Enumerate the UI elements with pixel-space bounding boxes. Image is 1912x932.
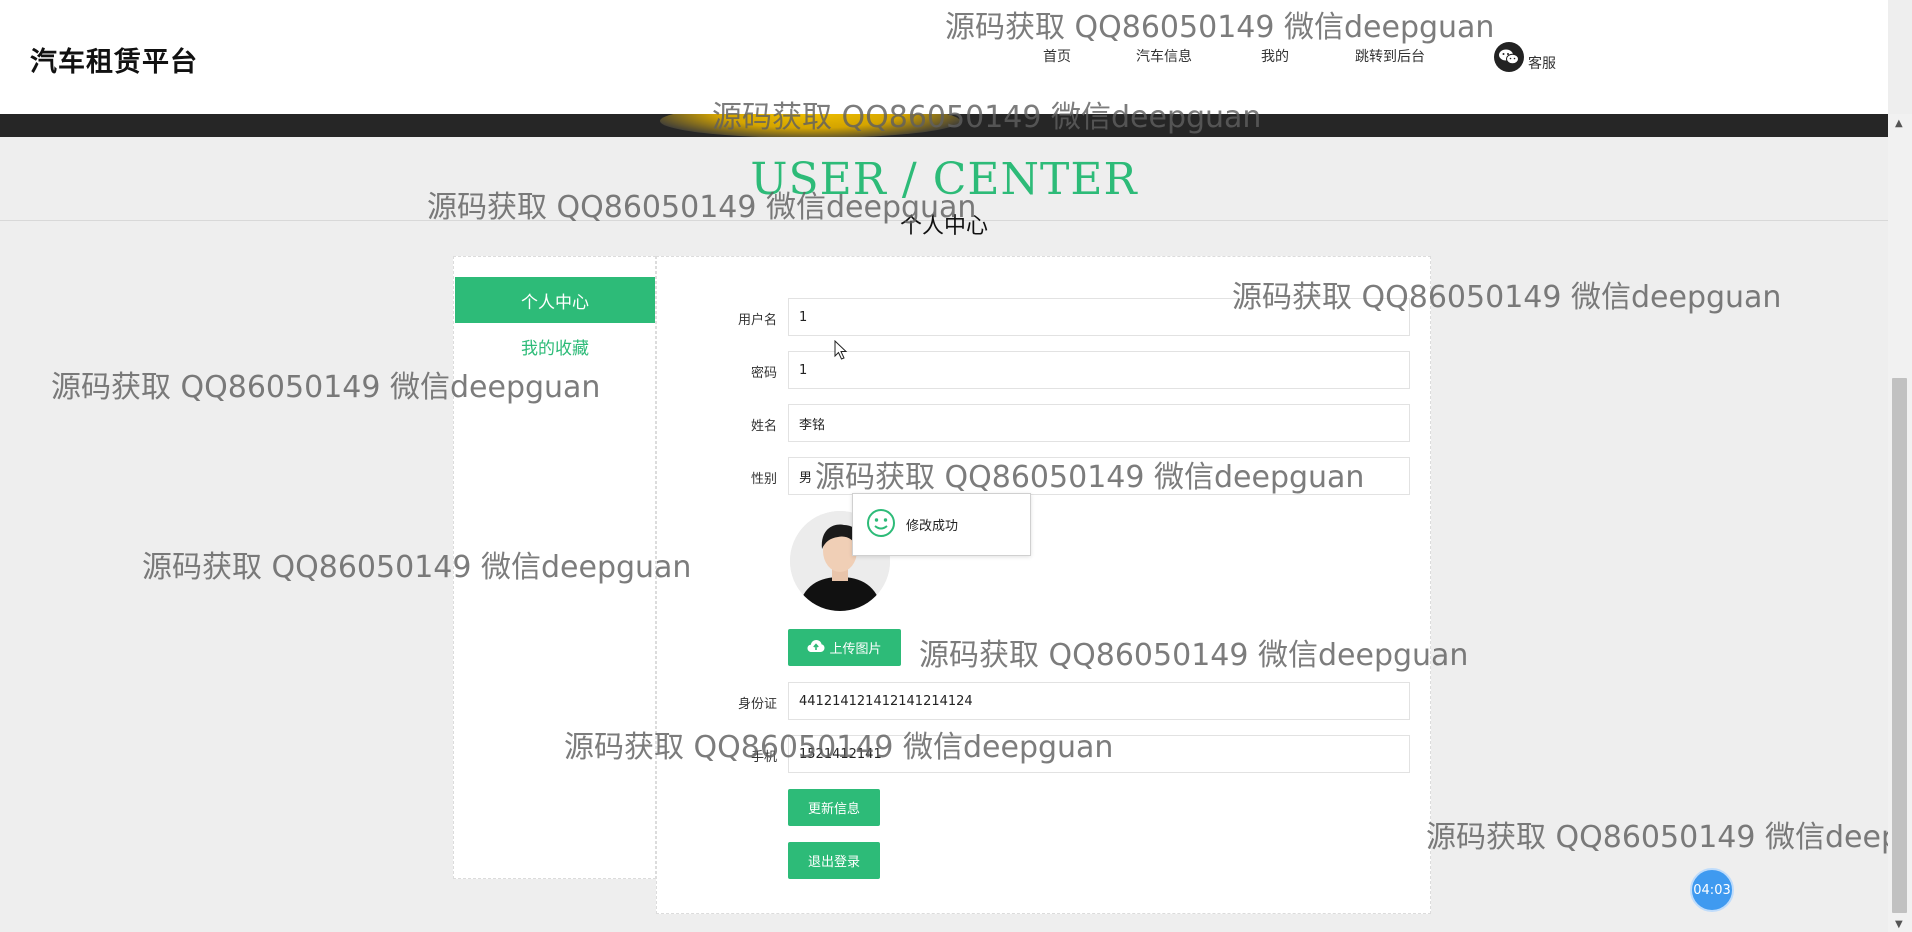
profile-form-panel: 用户名 密码 姓名 性别 上传图片 身份证 手机 更新信息 退出登录 <box>656 256 1431 914</box>
password-field[interactable] <box>788 351 1410 389</box>
update-info-button[interactable]: 更新信息 <box>788 789 880 826</box>
password-label: 密码 <box>750 366 777 381</box>
page-title: 个人中心 <box>899 214 988 239</box>
name-field[interactable] <box>788 404 1410 442</box>
banner-car-image <box>660 114 960 137</box>
customer-service-link[interactable]: 客服 <box>1494 42 1556 72</box>
phone-field[interactable] <box>788 735 1410 773</box>
scroll-down-arrow-icon[interactable]: ▼ <box>1895 919 1903 930</box>
cloud-upload-icon <box>807 639 825 657</box>
nav-item-home[interactable]: 首页 <box>1043 46 1071 66</box>
upload-image-button[interactable]: 上传图片 <box>788 629 901 666</box>
wechat-icon <box>1494 42 1524 72</box>
gender-select[interactable] <box>788 457 1410 495</box>
username-label: 用户名 <box>737 313 777 328</box>
top-header: 汽车租赁平台 首页 汽车信息 我的 跳转到后台 客服 <box>0 0 1888 114</box>
sidebar-item-favorites[interactable]: 我的收藏 <box>455 329 655 363</box>
user-sidebar: 个人中心 我的收藏 <box>453 256 656 879</box>
site-brand[interactable]: 汽车租赁平台 <box>30 40 198 79</box>
sidebar-item-user-center[interactable]: 个人中心 <box>455 277 655 323</box>
page-scrollbar[interactable]: ▲ ▼ <box>1888 114 1912 932</box>
username-field[interactable] <box>788 298 1410 336</box>
scrollbar-thumb[interactable] <box>1892 378 1907 913</box>
nav-item-admin[interactable]: 跳转到后台 <box>1355 46 1425 66</box>
phone-label: 手机 <box>750 750 777 765</box>
customer-service-label: 客服 <box>1528 56 1556 72</box>
scroll-up-arrow-icon[interactable]: ▲ <box>1895 118 1903 129</box>
recording-timer-badge[interactable]: 04:03 <box>1690 868 1734 912</box>
hero-banner <box>0 114 1888 137</box>
nav-item-mine[interactable]: 我的 <box>1261 46 1289 66</box>
nav-item-cars[interactable]: 汽车信息 <box>1136 46 1192 66</box>
success-toast: 修改成功 <box>852 493 1031 556</box>
name-label: 姓名 <box>750 419 777 434</box>
page-title-en: USER / CENTER <box>750 154 1138 205</box>
upload-image-label: 上传图片 <box>829 642 882 657</box>
watermark-text: 源码获取 QQ86050149 微信deepguan <box>1426 820 1888 855</box>
id-card-label: 身份证 <box>737 697 777 712</box>
smile-icon <box>866 508 896 542</box>
id-card-field[interactable] <box>788 682 1410 720</box>
gender-label: 性别 <box>750 472 777 487</box>
mouse-cursor-icon <box>834 339 848 365</box>
toast-message: 修改成功 <box>906 519 959 534</box>
logout-button[interactable]: 退出登录 <box>788 842 880 879</box>
